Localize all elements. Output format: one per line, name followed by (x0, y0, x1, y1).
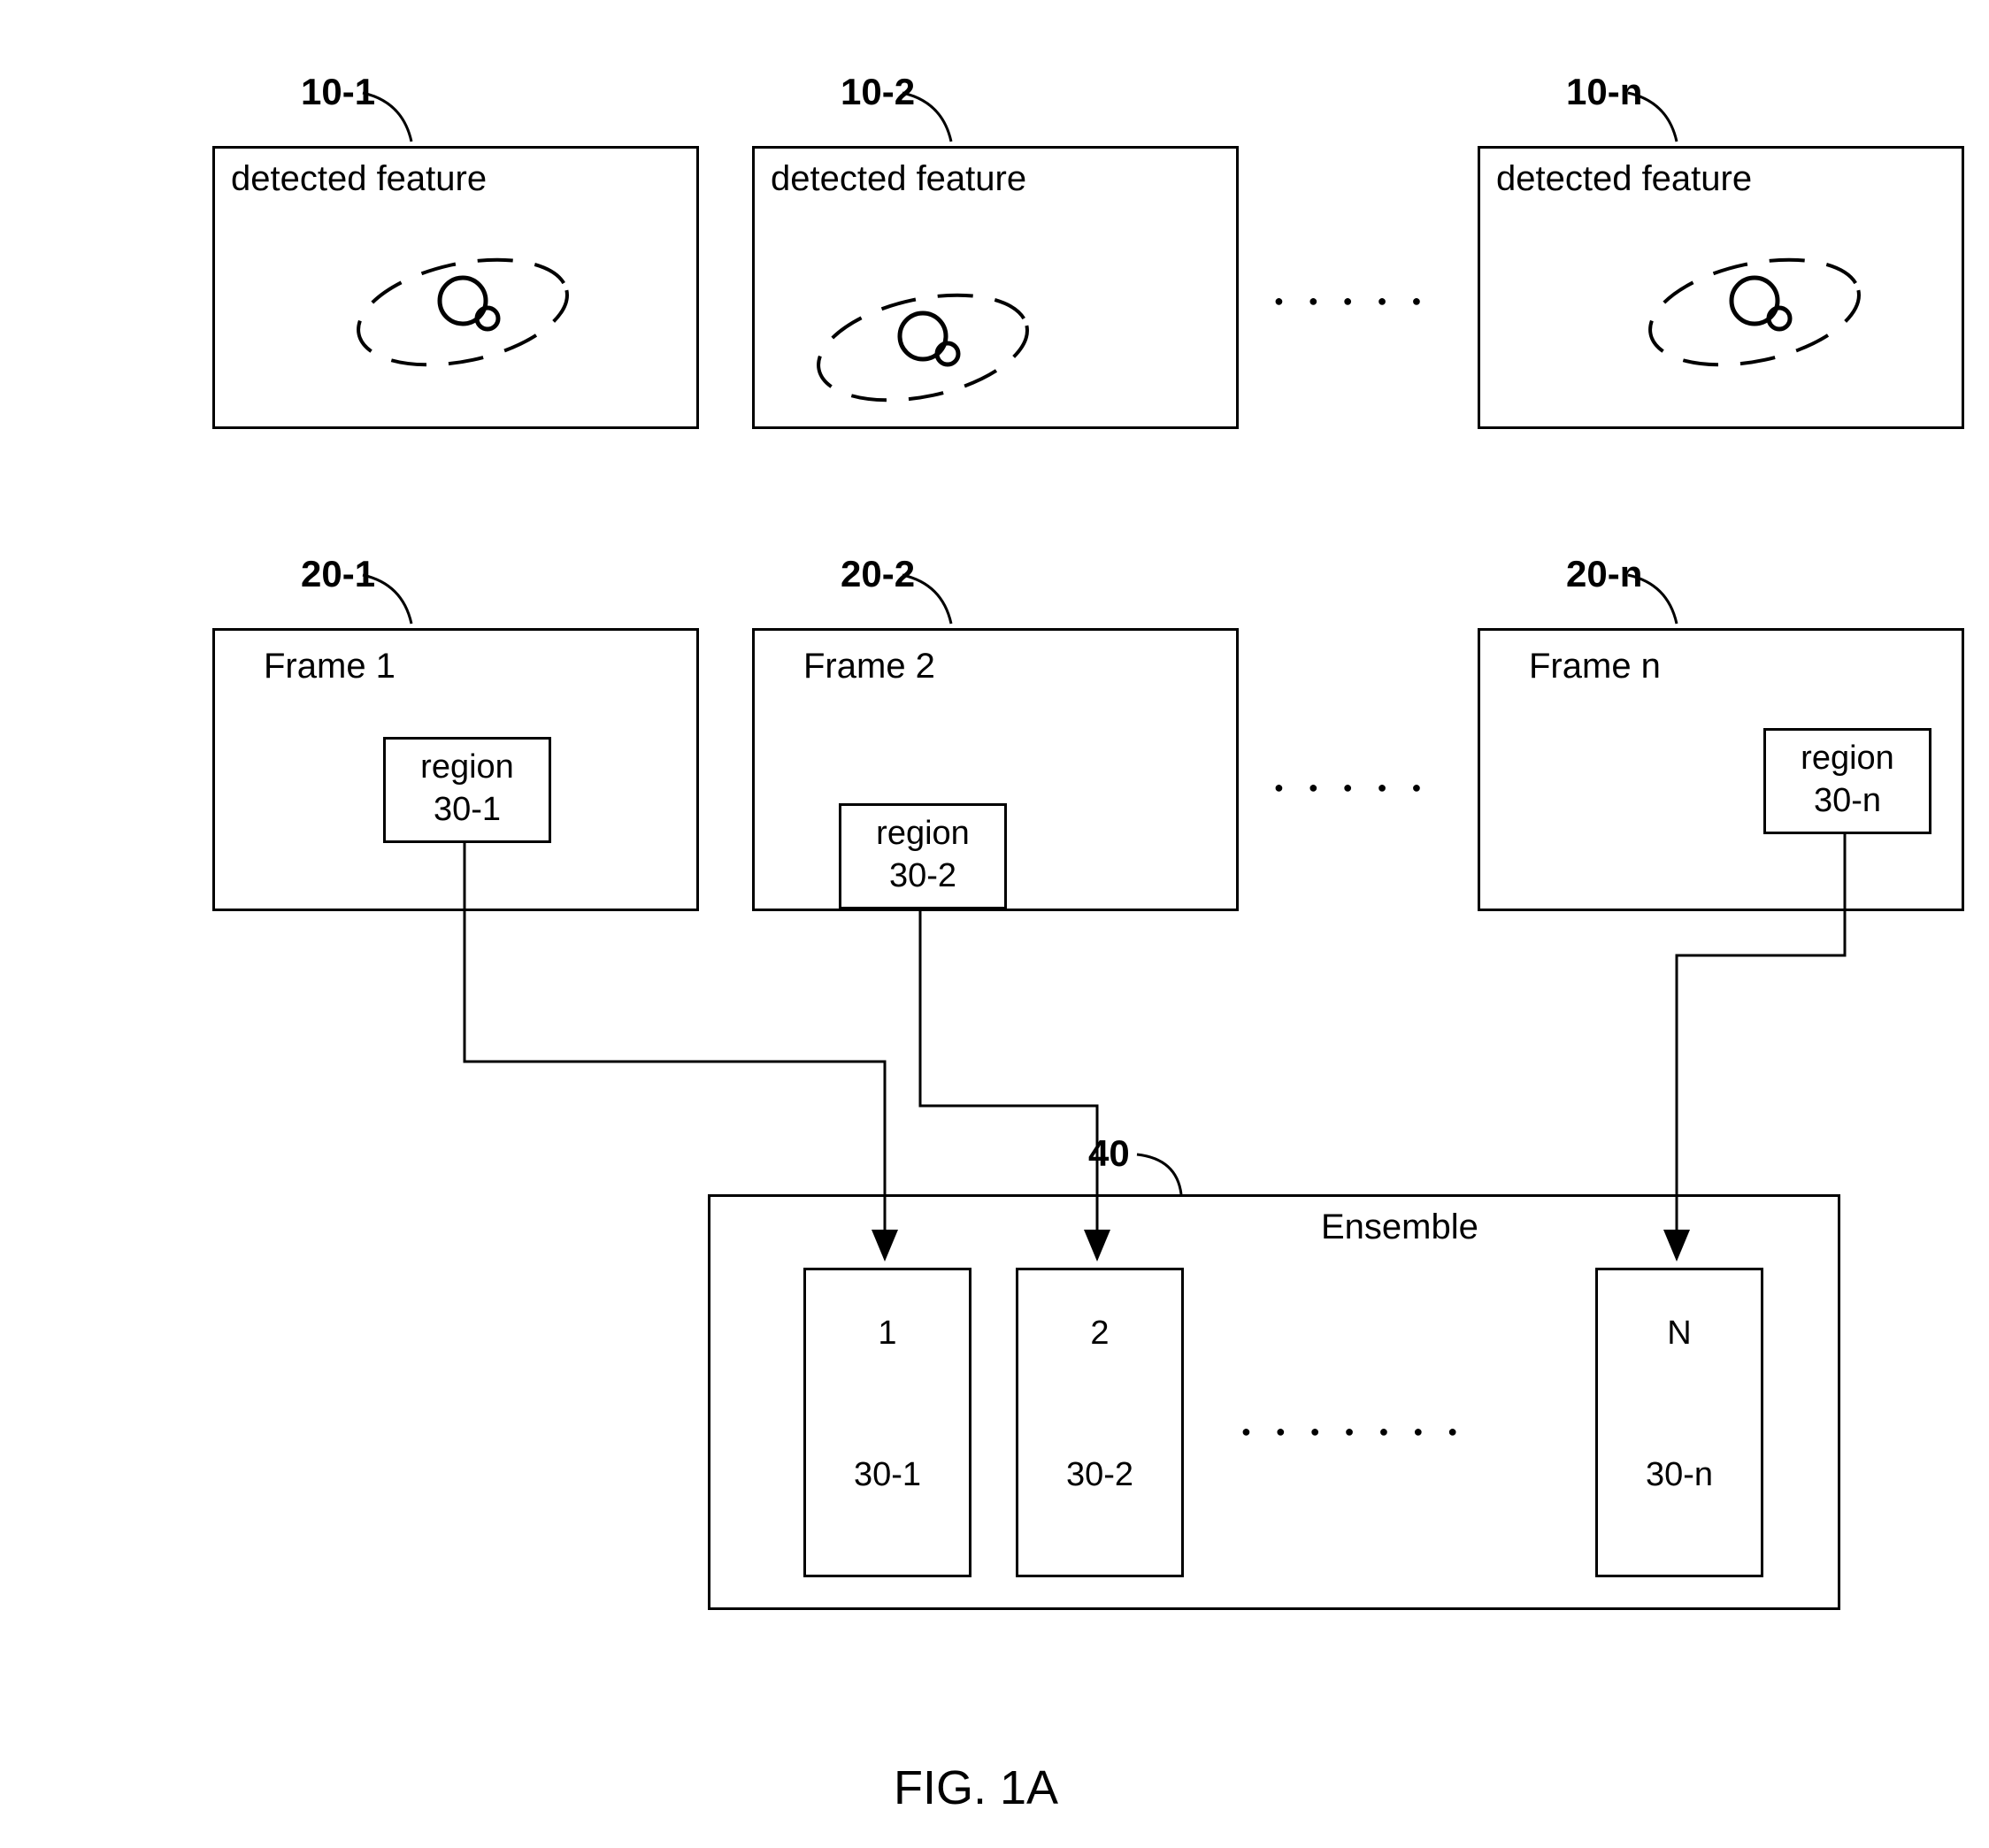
ensemble-box: Ensemble 1 30-1 2 30-2 ●●●●●●● N 30-n (708, 1194, 1840, 1610)
frame-label-n: Frame n (1529, 647, 1661, 686)
leader-10-2 (898, 88, 1004, 150)
leader-20-1 (358, 571, 465, 633)
slotn-top: N (1598, 1315, 1761, 1353)
slot2-bot: 30-2 (1018, 1456, 1181, 1494)
feature-glyph-n (1631, 237, 1878, 396)
ellipsis-row2: ●●●●● (1274, 778, 1446, 797)
region-text-n: region (1766, 740, 1929, 778)
region-id-n: 30-n (1766, 782, 1929, 820)
frame-label-1: Frame 1 (264, 647, 395, 686)
slotn-bot: 30-n (1598, 1456, 1761, 1494)
frame-box-2: Frame 2 region 30-2 (752, 628, 1239, 911)
region-box-2: region 30-2 (839, 803, 1007, 909)
detected-feature-label-1: detected feature (231, 159, 487, 199)
detected-feature-box-1: detected feature (212, 146, 699, 429)
detected-feature-box-n: detected feature (1478, 146, 1964, 429)
diagram-canvas: 10-1 detected feature 10-2 detected feat… (0, 0, 1989, 1848)
feature-glyph-1 (339, 237, 587, 396)
region-id-1: 30-1 (386, 791, 549, 829)
ref-40: 40 (1088, 1132, 1130, 1175)
detected-feature-label-n: detected feature (1496, 159, 1752, 199)
ellipsis-ensemble: ●●●●●●● (1241, 1422, 1482, 1441)
feature-glyph-2 (799, 281, 1047, 423)
leader-10-n (1624, 88, 1730, 150)
ensemble-slot-2: 2 30-2 (1016, 1268, 1184, 1577)
leader-20-2 (898, 571, 1004, 633)
slot1-top: 1 (806, 1315, 969, 1353)
region-box-n: region 30-n (1763, 728, 1931, 834)
region-text-1: region (386, 748, 549, 786)
detected-feature-label-2: detected feature (771, 159, 1026, 199)
ellipsis-row1: ●●●●● (1274, 292, 1446, 311)
slot1-bot: 30-1 (806, 1456, 969, 1494)
ensemble-label: Ensemble (1321, 1208, 1478, 1247)
region-text-2: region (841, 815, 1004, 853)
slot2-top: 2 (1018, 1315, 1181, 1353)
region-id-2: 30-2 (841, 857, 1004, 895)
region-box-1: region 30-1 (383, 737, 551, 843)
figure-caption: FIG. 1A (894, 1760, 1058, 1815)
ensemble-slot-n: N 30-n (1595, 1268, 1763, 1577)
leader-10-1 (358, 88, 465, 150)
frame-box-n: Frame n region 30-n (1478, 628, 1964, 911)
frame-box-1: Frame 1 region 30-1 (212, 628, 699, 911)
frame-label-2: Frame 2 (803, 647, 935, 686)
ensemble-slot-1: 1 30-1 (803, 1268, 971, 1577)
detected-feature-box-2: detected feature (752, 146, 1239, 429)
leader-20-n (1624, 571, 1730, 633)
